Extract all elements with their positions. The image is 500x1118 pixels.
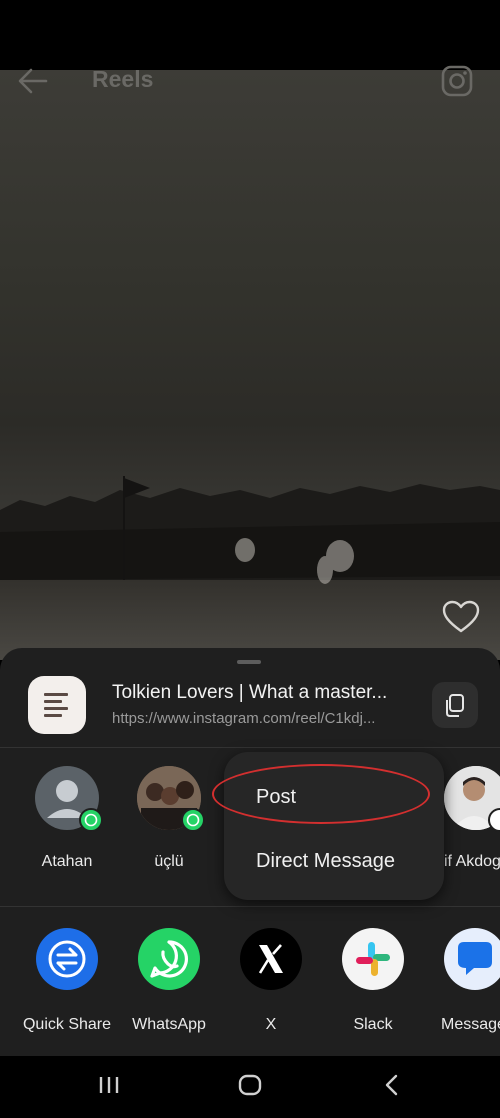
divider [0, 747, 500, 748]
recent-apps-icon[interactable] [97, 1074, 123, 1096]
slack-badge-icon [488, 808, 500, 832]
app-label: Quick Share [22, 1016, 112, 1033]
app-quick-share[interactable]: Quick Share [17, 928, 117, 1034]
app-x[interactable]: X [221, 928, 321, 1034]
copy-link-button[interactable] [432, 682, 478, 728]
app-label: Slack [353, 1016, 393, 1033]
app-whatsapp[interactable]: WhatsApp [119, 928, 219, 1034]
app-slack[interactable]: Slack [323, 928, 423, 1034]
menu-item-direct-message[interactable]: Direct Message [256, 850, 395, 873]
app-label: Message [441, 1016, 500, 1033]
contact-uclu[interactable]: üçlü [119, 766, 219, 871]
whatsapp-badge-icon [79, 808, 103, 832]
shared-link-row: Tolkien Lovers | What a master... https:… [0, 672, 500, 748]
app-messages[interactable]: Message [430, 928, 500, 1034]
link-title: Tolkien Lovers | What a master... [112, 682, 388, 703]
back-icon[interactable] [381, 1073, 403, 1097]
x-icon [240, 928, 302, 990]
drag-handle[interactable] [237, 660, 261, 664]
document-icon [28, 676, 86, 734]
camera-icon[interactable] [440, 64, 474, 98]
contact-atahan[interactable]: Atahan [17, 766, 117, 871]
annotation-highlight [212, 764, 430, 824]
app-label: WhatsApp [132, 1016, 206, 1033]
system-nav-bar [0, 1056, 500, 1118]
whatsapp-badge-icon [181, 808, 205, 832]
app-label: X [265, 1016, 277, 1033]
heart-icon[interactable] [442, 600, 480, 634]
contact-name: üçlü [154, 853, 184, 870]
status-bar [0, 0, 500, 70]
reel-video[interactable] [0, 70, 500, 660]
whatsapp-icon [138, 928, 200, 990]
page-title: Reels [92, 66, 154, 92]
slack-icon [342, 928, 404, 990]
contact-name: if Akdog [444, 853, 500, 870]
copy-icon [446, 694, 464, 717]
home-icon[interactable] [237, 1073, 263, 1097]
back-arrow-icon[interactable] [16, 66, 50, 96]
quick-share-icon [36, 928, 98, 990]
link-url: https://www.instagram.com/reel/C1kdj... [112, 710, 376, 727]
divider [0, 906, 500, 907]
contact-name: Atahan [41, 853, 93, 870]
reel-scene-image [0, 476, 500, 660]
messages-icon [444, 928, 500, 990]
